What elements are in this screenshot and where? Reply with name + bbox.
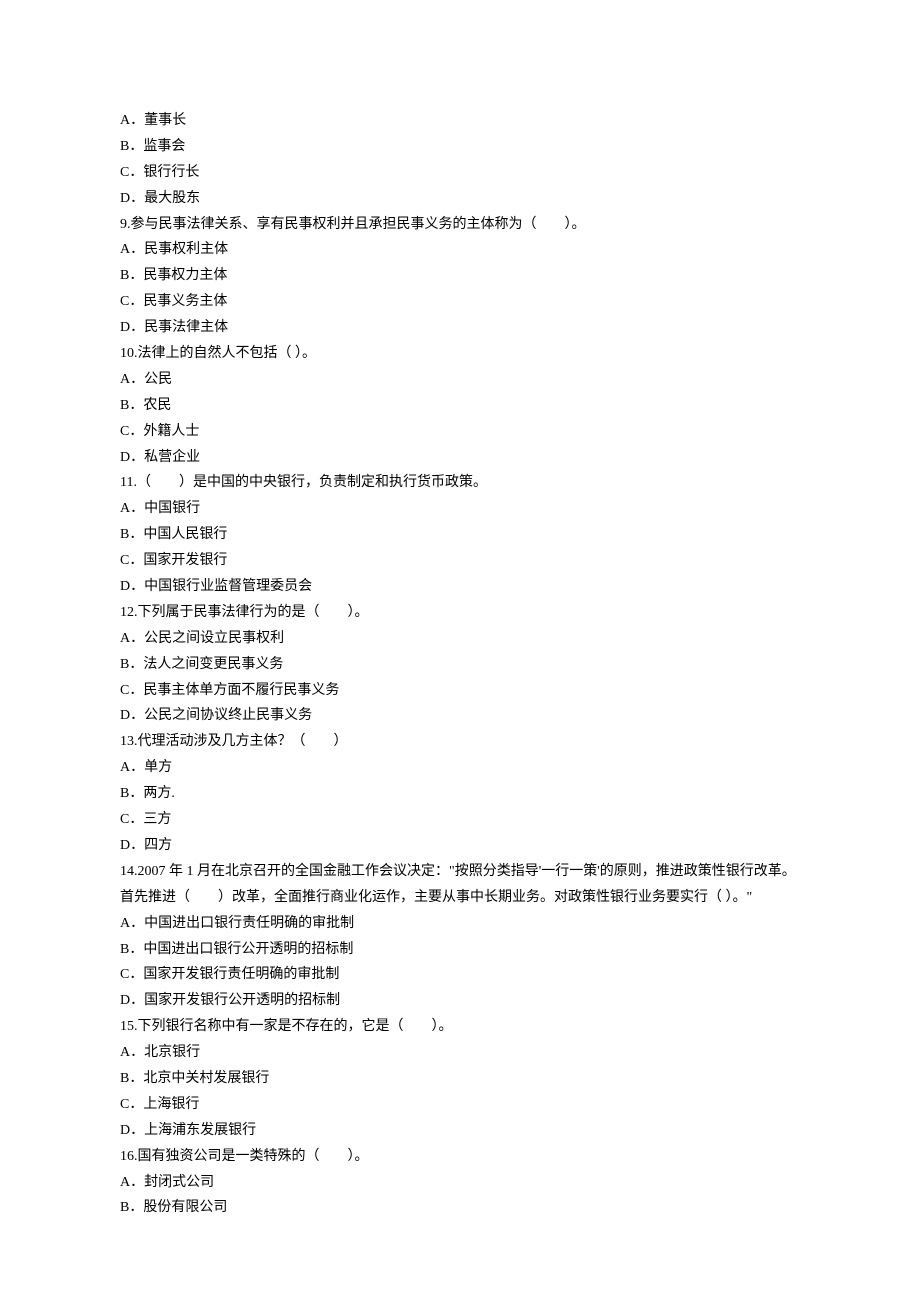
option-line: D．民事法律主体 — [120, 315, 800, 341]
option-line: D．四方 — [120, 833, 800, 859]
option-line: A．单方 — [120, 755, 800, 781]
question-line: 16.国有独资公司是一类特殊的（ ）。 — [120, 1144, 800, 1170]
option-line: C．民事义务主体 — [120, 289, 800, 315]
option-line: B．农民 — [120, 393, 800, 419]
option-line: D．国家开发银行公开透明的招标制 — [120, 988, 800, 1014]
question-line: 9.参与民事法律关系、享有民事权利并且承担民事义务的主体称为（ ）。 — [120, 212, 800, 238]
option-line: C．三方 — [120, 807, 800, 833]
option-line: C．外籍人士 — [120, 419, 800, 445]
option-line: A．中国银行 — [120, 496, 800, 522]
option-line: D．上海浦东发展银行 — [120, 1118, 800, 1144]
question-line: 13.代理活动涉及几方主体？（ ） — [120, 729, 800, 755]
option-line: C．国家开发银行责任明确的审批制 — [120, 962, 800, 988]
option-line: C．上海银行 — [120, 1092, 800, 1118]
option-line: C．银行行长 — [120, 160, 800, 186]
document-page: A．董事长 B．监事会 C．银行行长 D．最大股东 9.参与民事法律关系、享有民… — [0, 0, 920, 1302]
option-line: B．中国人民银行 — [120, 522, 800, 548]
option-line: A．公民 — [120, 367, 800, 393]
option-line: D．私营企业 — [120, 445, 800, 471]
option-line: B．股份有限公司 — [120, 1195, 800, 1221]
option-line: A．北京银行 — [120, 1040, 800, 1066]
question-line: 12.下列属于民事法律行为的是（ ）。 — [120, 600, 800, 626]
option-line: B．监事会 — [120, 134, 800, 160]
option-line: B．中国进出口银行公开透明的招标制 — [120, 937, 800, 963]
option-line: B．民事权力主体 — [120, 263, 800, 289]
option-line: B．北京中关村发展银行 — [120, 1066, 800, 1092]
option-line: A．民事权利主体 — [120, 237, 800, 263]
option-line: B．两方. — [120, 781, 800, 807]
question-line: 14.2007 年 1 月在北京召开的全国金融工作会议决定："按照分类指导'一行… — [120, 859, 800, 911]
option-line: A．公民之间设立民事权利 — [120, 626, 800, 652]
question-line: 11.（ ）是中国的中央银行，负责制定和执行货币政策。 — [120, 470, 800, 496]
question-line: 10.法律上的自然人不包括（ ）。 — [120, 341, 800, 367]
option-line: C．国家开发银行 — [120, 548, 800, 574]
option-line: D．中国银行业监督管理委员会 — [120, 574, 800, 600]
option-line: A．封闭式公司 — [120, 1170, 800, 1196]
option-line: D．公民之间协议终止民事义务 — [120, 703, 800, 729]
option-line: B．法人之间变更民事义务 — [120, 652, 800, 678]
option-line: A．中国进出口银行责任明确的审批制 — [120, 911, 800, 937]
question-line: 15.下列银行名称中有一家是不存在的，它是（ ）。 — [120, 1014, 800, 1040]
option-line: D．最大股东 — [120, 186, 800, 212]
option-line: A．董事长 — [120, 108, 800, 134]
option-line: C．民事主体单方面不履行民事义务 — [120, 678, 800, 704]
